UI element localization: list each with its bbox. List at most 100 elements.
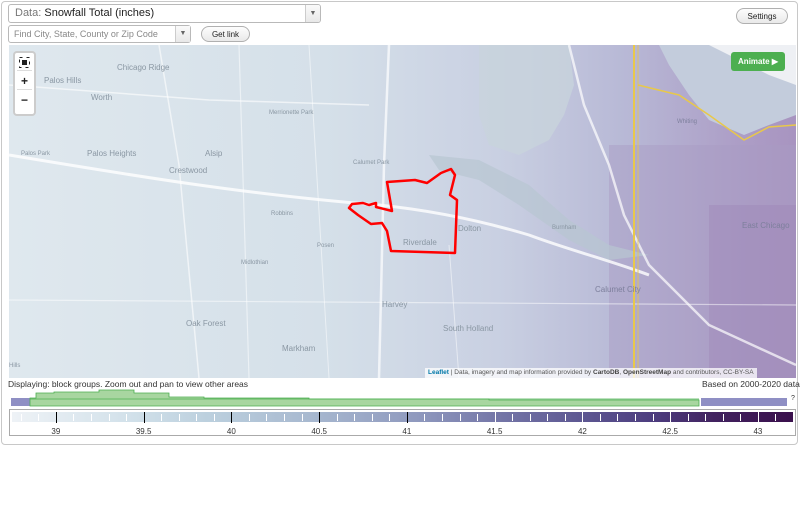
- settings-button[interactable]: Settings: [736, 8, 788, 24]
- place-label: Hills: [9, 363, 21, 369]
- legend-minor-tick: [371, 414, 373, 421]
- legend-minor-tick: [512, 414, 514, 421]
- color-legend: 39 39.5 40 40.5 41 41.5 42 42.5 43: [9, 409, 796, 436]
- place-label: Calumet Park: [353, 160, 390, 166]
- map-attribution: Leaflet | Data, imagery and map informat…: [425, 368, 757, 378]
- legend-major-tick: [231, 412, 233, 423]
- animate-button[interactable]: Animate ▶: [731, 52, 785, 71]
- legend-minor-tick: [617, 414, 619, 421]
- legend-minor-tick: [20, 414, 22, 421]
- data-select-prefix: Data:: [15, 7, 42, 19]
- legend-minor-tick: [599, 414, 601, 421]
- value-histogram: ?: [11, 389, 795, 407]
- map-view[interactable]: Chicago Ridge Palos Hills Worth Merrione…: [9, 45, 796, 378]
- get-link-button[interactable]: Get link: [201, 26, 250, 42]
- legend-minor-tick: [213, 414, 215, 421]
- legend-minor-tick: [652, 414, 654, 421]
- legend-minor-tick: [564, 414, 566, 421]
- histogram-area: [29, 389, 700, 407]
- histogram-bar: [11, 398, 30, 406]
- legend-minor-tick: [740, 414, 742, 421]
- map-basemap: [9, 45, 796, 378]
- legend-minor-tick: [354, 414, 356, 421]
- road: [9, 84, 370, 106]
- chevron-down-icon[interactable]: ▼: [175, 26, 190, 42]
- place-label: East Chicago: [742, 221, 790, 230]
- legend-tick-label: 42: [577, 427, 587, 436]
- legend-gradient: [12, 412, 793, 422]
- legend-major-tick: [582, 412, 584, 423]
- legend-minor-tick: [477, 414, 479, 421]
- legend-minor-tick: [635, 414, 637, 421]
- road: [238, 45, 250, 378]
- legend-minor-tick: [389, 414, 391, 421]
- zoom-in-button[interactable]: +: [17, 74, 32, 90]
- legend-tick-label: 42.5: [662, 427, 678, 436]
- legend-minor-tick: [161, 414, 163, 421]
- legend-major-tick: [757, 412, 759, 423]
- fullscreen-icon[interactable]: [17, 55, 32, 71]
- license-link[interactable]: CC-BY-SA: [723, 369, 753, 376]
- legend-major-tick: [319, 412, 321, 423]
- place-label: Palos Heights: [87, 149, 137, 158]
- place-label: South Holland: [443, 324, 494, 333]
- place-label: Chicago Ridge: [117, 63, 170, 72]
- openstreetmap-link[interactable]: OpenStreetMap: [623, 369, 671, 376]
- cartodb-link[interactable]: CartoDB: [593, 369, 619, 376]
- legend-major-tick: [494, 412, 496, 423]
- legend-minor-tick: [336, 414, 338, 421]
- legend-minor-tick: [73, 414, 75, 421]
- leaflet-link[interactable]: Leaflet: [428, 369, 449, 376]
- legend-minor-tick: [705, 414, 707, 421]
- legend-minor-tick: [424, 414, 426, 421]
- chevron-down-icon[interactable]: ▼: [305, 5, 320, 22]
- place-label: Burnham: [552, 225, 577, 231]
- industrial-area: [479, 45, 574, 155]
- place-label: Markham: [282, 344, 316, 353]
- place-label: Merrionette Park: [269, 110, 314, 116]
- legend-minor-tick: [793, 414, 794, 421]
- legend-minor-tick: [284, 414, 286, 421]
- legend-minor-tick: [687, 414, 689, 421]
- legend-minor-tick: [547, 414, 549, 421]
- place-label: Whiting: [677, 119, 698, 125]
- legend-minor-tick: [90, 414, 92, 421]
- legend-tick-label: 41: [402, 427, 412, 436]
- legend-minor-tick: [178, 414, 180, 421]
- location-search-input[interactable]: Find City, State, County or Zip Code ▼: [8, 25, 191, 43]
- road: [158, 45, 200, 378]
- legend-major-tick: [406, 412, 408, 423]
- place-label: Alsip: [205, 149, 223, 158]
- zoom-control: + −: [13, 51, 36, 116]
- place-label: Crestwood: [169, 166, 208, 175]
- display-note: Displaying: block groups. Zoom out and p…: [8, 379, 249, 389]
- legend-minor-tick: [529, 414, 531, 421]
- legend-tick-label: 40.5: [311, 427, 327, 436]
- legend-major-tick: [55, 412, 57, 423]
- place-label: Palos Park: [21, 151, 51, 157]
- legend-tick-label: 39.5: [135, 427, 152, 436]
- histogram-more-marker: ?: [791, 395, 795, 402]
- block-group-shading: [709, 205, 796, 378]
- legend-tick-label: 41.5: [486, 427, 503, 436]
- legend-minor-tick: [266, 414, 268, 421]
- data-select-value: Snowfall Total (inches): [44, 7, 155, 19]
- legend-major-tick: [143, 412, 145, 423]
- legend-major-tick: [670, 412, 672, 423]
- legend-minor-tick: [441, 414, 443, 421]
- place-label: Calumet City: [595, 285, 641, 294]
- data-select[interactable]: Data: Snowfall Total (inches) ▼: [8, 4, 321, 23]
- place-label: Midlothian: [241, 260, 269, 266]
- place-label: Harvey: [382, 300, 408, 309]
- search-placeholder: Find City, State, County or Zip Code: [14, 29, 158, 39]
- legend-tick-label: 39: [51, 427, 61, 436]
- legend-minor-tick: [108, 414, 110, 421]
- legend-minor-tick: [775, 414, 777, 421]
- highway: [377, 45, 391, 378]
- road: [448, 244, 460, 378]
- zoom-out-button[interactable]: −: [17, 93, 32, 108]
- legend-minor-tick: [459, 414, 461, 421]
- legend-minor-tick: [722, 414, 724, 421]
- legend-minor-tick: [126, 414, 128, 421]
- legend-minor-tick: [196, 414, 198, 421]
